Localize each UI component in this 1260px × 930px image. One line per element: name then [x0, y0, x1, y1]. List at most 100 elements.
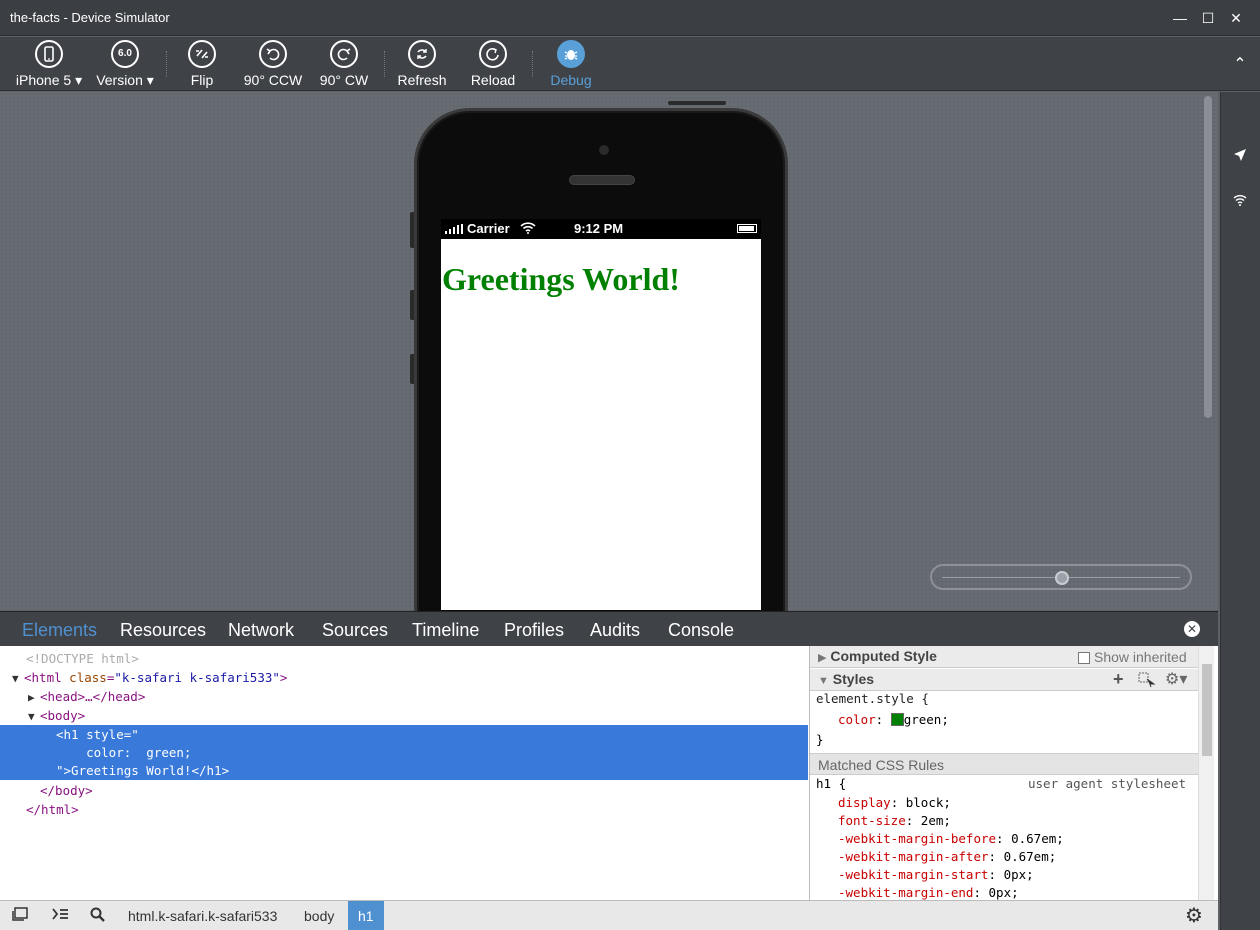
show-inherited-checkbox[interactable] [1078, 652, 1090, 664]
zoom-slider-knob[interactable] [1055, 571, 1069, 585]
styles-header[interactable]: ▼ Styles + ⚙▾ [810, 669, 1198, 691]
body-close-tag: </body> [40, 783, 93, 798]
devtools-status-bar: html.k-safari.k-safari533 body h1 ⚙ [0, 900, 1218, 930]
collapse-toolbar-button[interactable]: ⌃ [1228, 53, 1252, 77]
stage-scrollbar[interactable] [1204, 96, 1212, 418]
tab-sources[interactable]: Sources [322, 620, 388, 641]
dom-node-body-close[interactable]: </body> [0, 781, 808, 800]
styles-scrollbar[interactable] [1198, 646, 1214, 900]
debug-button[interactable]: Debug [546, 40, 596, 90]
ios-status-bar: Carrier 9:12 PM [441, 219, 761, 239]
collapse-triangle-icon[interactable]: ▶ [28, 688, 40, 707]
devtools-tab-bar: Elements Resources Network Sources Timel… [0, 612, 1218, 646]
version-select-label: Version ▾ [96, 72, 154, 88]
tab-profiles[interactable]: Profiles [504, 620, 564, 641]
tab-resources[interactable]: Resources [120, 620, 206, 641]
rule-declaration[interactable]: -webkit-margin-start: 0px; [838, 867, 1034, 882]
device-select-button[interactable]: iPhone 5 ▾ [14, 40, 84, 90]
right-toolbar [1220, 92, 1260, 930]
toggle-state-icon[interactable] [1138, 672, 1156, 691]
front-camera [599, 145, 609, 155]
dom-node-h1-line[interactable]: color: green; [0, 743, 808, 762]
expand-triangle-icon[interactable]: ▼ [28, 707, 40, 726]
gear-icon[interactable]: ⚙▾ [1165, 669, 1187, 689]
minimize-button[interactable]: — [1168, 6, 1192, 30]
element-style-close: } [816, 732, 824, 747]
tab-audits[interactable]: Audits [590, 620, 640, 641]
show-inherited-label: Show inherited [1094, 649, 1187, 665]
styles-scrollbar-thumb[interactable] [1202, 664, 1212, 756]
dom-node-head[interactable]: ▶ <head>…</head> [0, 687, 808, 706]
signal-bars-icon [445, 224, 465, 234]
dom-node-doctype[interactable]: <!DOCTYPE html> [0, 649, 808, 668]
zoom-slider[interactable] [930, 564, 1192, 590]
settings-gear-icon[interactable]: ⚙ [1184, 906, 1204, 926]
rotate-cw-label: 90° CW [319, 72, 369, 88]
refresh-button[interactable]: Refresh [396, 40, 448, 90]
rule-declaration[interactable]: display: block; [838, 795, 951, 810]
flip-label: Flip [190, 72, 214, 88]
status-time: 9:12 PM [574, 221, 624, 236]
page-heading: Greetings World! [442, 261, 680, 297]
rotate-cw-button[interactable]: 90° CW [316, 40, 372, 90]
title-bar: the-facts - Device Simulator — ☐ ✕ [0, 0, 1260, 36]
toolbar: iPhone 5 ▾ 6.0 Version ▾ Flip 90° CCW 90… [0, 37, 1260, 91]
inspect-search-icon[interactable] [88, 906, 108, 926]
dom-node-body[interactable]: ▼ <body> [0, 706, 808, 725]
matched-css-rules-header: Matched CSS Rules [810, 753, 1198, 775]
expand-triangle-icon[interactable]: ▼ [12, 669, 24, 688]
breadcrumb-h1[interactable]: h1 [348, 901, 384, 930]
console-drawer-icon[interactable] [50, 906, 70, 926]
add-rule-icon[interactable]: + [1113, 669, 1124, 690]
rule-declaration[interactable]: font-size: 2em; [838, 813, 951, 828]
device-screen[interactable]: Carrier 9:12 PM Greetings World! [441, 219, 761, 610]
dock-toggle-icon[interactable] [10, 906, 30, 926]
version-badge: 6.0 [111, 40, 139, 68]
toolbar-separator [384, 51, 385, 77]
dom-node-h1-line[interactable]: <h1 style=" [0, 725, 808, 744]
wifi-icon[interactable] [1231, 190, 1249, 213]
html-tag: <html [24, 670, 62, 685]
dom-node-html[interactable]: ▼ <html class="k-safari k-safari533"> [0, 668, 808, 687]
location-arrow-icon[interactable] [1231, 146, 1249, 169]
html-close-tag: </html> [26, 802, 79, 817]
dom-node-h1-line[interactable]: ">Greetings World!</h1> [0, 761, 808, 780]
version-select-button[interactable]: 6.0 Version ▾ [94, 40, 156, 90]
rule-declaration[interactable]: -webkit-margin-after: 0.67em; [838, 849, 1056, 864]
status-wifi-icon [520, 222, 536, 234]
refresh-icon [408, 40, 436, 68]
element-style-prop: color [838, 712, 876, 727]
tab-network[interactable]: Network [228, 620, 294, 641]
show-inherited-toggle[interactable]: Show inherited [1078, 649, 1187, 665]
reload-icon [479, 40, 507, 68]
rule-source[interactable]: user agent stylesheet [1028, 776, 1186, 791]
phone-icon [35, 40, 63, 68]
rule-declaration[interactable]: -webkit-margin-end: 0px; [838, 885, 1019, 900]
reload-button[interactable]: Reload [468, 40, 518, 90]
breadcrumb-body[interactable]: body [294, 901, 344, 930]
head-tag: <head>…</head> [40, 689, 146, 704]
close-button[interactable]: ✕ [1224, 6, 1248, 30]
tab-elements[interactable]: Elements [22, 620, 97, 641]
earpiece-speaker [569, 175, 635, 185]
styles-title: Styles [832, 671, 875, 687]
bug-icon [557, 40, 585, 68]
element-style-declaration[interactable]: color: green; [838, 712, 949, 727]
html-attr-value: "k-safari k-safari533" [114, 670, 280, 685]
flip-button[interactable]: Flip [182, 40, 222, 90]
breadcrumb-html[interactable]: html.k-safari.k-safari533 [118, 901, 287, 930]
close-devtools-button[interactable]: ✕ [1184, 621, 1200, 637]
toolbar-separator [166, 51, 167, 77]
color-swatch[interactable] [890, 713, 904, 726]
dom-node-html-close[interactable]: </html> [0, 800, 808, 819]
tab-timeline[interactable]: Timeline [412, 620, 479, 641]
element-style-selector: element.style { [816, 691, 929, 706]
computed-style-header[interactable]: ▶ Computed Style Show inherited [810, 646, 1198, 668]
rule-declaration[interactable]: -webkit-margin-before: 0.67em; [838, 831, 1064, 846]
computed-style-title: Computed Style [830, 648, 937, 664]
rotate-ccw-button[interactable]: 90° CCW [242, 40, 304, 90]
tab-console[interactable]: Console [668, 620, 734, 641]
dom-tree[interactable]: <!DOCTYPE html> ▼ <html class="k-safari k… [0, 646, 808, 900]
rule-selector: h1 { [816, 776, 847, 791]
maximize-button[interactable]: ☐ [1196, 6, 1220, 30]
